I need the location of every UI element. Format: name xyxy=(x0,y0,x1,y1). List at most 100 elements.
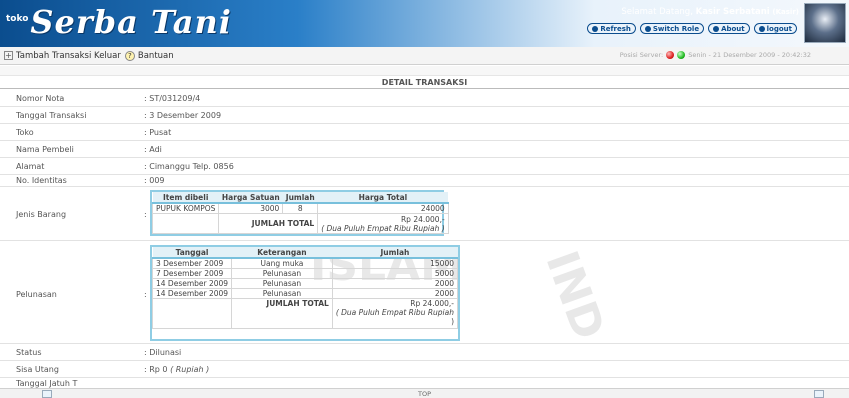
field-label: Nomor Nota xyxy=(16,94,65,103)
app-header: toko Serba Tani Selamat Datang, Kasir Se… xyxy=(0,0,849,47)
field-row-identitas: No. Identitas : 009 xyxy=(0,175,849,187)
table-cell xyxy=(151,298,233,329)
bottom-right-icon[interactable] xyxy=(814,390,824,398)
server-status: Posisi Server: Senin - 21 Desember 2009 … xyxy=(620,51,811,59)
refresh-icon xyxy=(592,25,599,32)
field-row-tanggal-jatuh: Tanggal Jatuh T xyxy=(0,378,849,388)
field-value: : Dilunasi xyxy=(144,348,182,357)
field-row-nomor-nota: Nomor Nota : ST/031209/4 xyxy=(0,90,849,107)
table-row: PUPUK KOMPOS 3000 8 24000 xyxy=(151,202,449,214)
field-label: Sisa Utang xyxy=(16,365,59,374)
total-value-cell: Rp 24.000,- ( Dua Puluh Empat Ribu Rupia… xyxy=(317,213,449,234)
refresh-label: Refresh xyxy=(600,24,631,33)
table-cell: 7 Desember 2009 xyxy=(151,268,233,279)
total-label: JUMLAH TOTAL xyxy=(218,213,319,234)
field-row-pembeli: Nama Pembeli : Adi xyxy=(0,141,849,158)
table-cell: PUPUK KOMPOS xyxy=(151,202,220,214)
switch-role-label: Switch Role xyxy=(652,24,700,33)
field-value: : Rp 0 ( Rupiah ) xyxy=(144,365,209,374)
col-header: Harga Total xyxy=(317,192,449,204)
table-cell: 3 Desember 2009 xyxy=(151,257,233,269)
col-header: Jumlah xyxy=(282,192,318,204)
col-header: Harga Satuan xyxy=(218,192,283,204)
field-value: : xyxy=(144,210,147,219)
table-header-row: Item dibeli Harga Satuan Jumlah Harga To… xyxy=(152,192,449,204)
table-cell: Uang muka xyxy=(231,257,333,269)
col-header: Keterangan xyxy=(231,247,333,259)
field-value: : Adi xyxy=(144,145,162,154)
server-label: Posisi Server: xyxy=(619,51,664,59)
logout-icon xyxy=(758,25,765,32)
logout-button[interactable]: logout xyxy=(753,23,797,34)
field-row-toko: Toko : Pusat xyxy=(0,124,849,141)
field-label: Pelunasan xyxy=(16,290,57,299)
sisa-utang-amount: : Rp 0 xyxy=(144,365,168,374)
total-label: JUMLAH TOTAL xyxy=(231,298,333,329)
scroll-top-link[interactable]: TOP xyxy=(0,390,849,398)
welcome-message: Selamat Datang, Kasir Serbatani (Kasir) xyxy=(621,7,799,17)
field-value: : xyxy=(144,290,147,299)
field-row-tanggal: Tanggal Transaksi : 3 Desember 2009 xyxy=(0,107,849,124)
table-cell: Pelunasan xyxy=(231,278,333,289)
about-label: About xyxy=(721,24,745,33)
logout-label: logout xyxy=(766,24,792,33)
help-label: Bantuan xyxy=(137,50,174,61)
table-cell: 14 Desember 2009 xyxy=(151,288,233,299)
field-row-alamat: Alamat : Cimanggu Telp. 0856 xyxy=(0,158,849,175)
total-value: Rp 24.000,- xyxy=(400,214,445,224)
field-value: : 3 Desember 2009 xyxy=(144,111,222,120)
total-words-end: ) xyxy=(451,317,454,326)
col-header: Tanggal xyxy=(152,247,232,259)
barang-table: Item dibeli Harga Satuan Jumlah Harga To… xyxy=(151,192,449,234)
table-cell xyxy=(151,213,220,234)
table-cell: 2000 xyxy=(331,288,459,299)
field-label: Nama Pembeli xyxy=(16,145,74,154)
table-row: 7 Desember 2009 Pelunasan 5000 xyxy=(151,268,459,279)
field-row-status: Status : Dilunasi xyxy=(0,344,849,361)
field-label: Status xyxy=(16,348,42,357)
field-label: No. Identitas xyxy=(16,176,67,185)
about-icon xyxy=(713,25,720,32)
field-value: : ST/031209/4 xyxy=(144,94,201,103)
content-top-band xyxy=(0,66,849,76)
field-value: : 009 xyxy=(144,176,165,185)
field-row-pelunasan: Pelunasan : Tanggal Keterangan Jumlah 3 … xyxy=(0,241,849,344)
page-title: DETAIL TRANSAKSI xyxy=(0,77,849,89)
add-transaction-label: Tambah Transaksi Keluar xyxy=(16,50,121,61)
table-row: 14 Desember 2009 Pelunasan 2000 xyxy=(151,278,459,289)
total-words: ( Dua Puluh Empat Ribu Rupiah xyxy=(335,308,454,317)
table-cell: Pelunasan xyxy=(231,268,333,279)
col-header: Jumlah xyxy=(332,247,458,259)
sisa-utang-note: ( Rupiah ) xyxy=(170,365,210,374)
switch-role-icon xyxy=(644,25,651,32)
table-cell: Pelunasan xyxy=(231,288,333,299)
table-header-row: Tanggal Keterangan Jumlah xyxy=(152,247,458,259)
table-cell: 3000 xyxy=(218,202,284,214)
switch-role-button[interactable]: Switch Role xyxy=(639,23,705,34)
user-role: (Kasir) xyxy=(772,8,799,16)
field-label: Tanggal Jatuh T xyxy=(16,379,78,388)
refresh-button[interactable]: Refresh xyxy=(587,23,636,34)
server-offline-icon xyxy=(666,51,675,59)
field-label: Toko xyxy=(16,128,34,137)
about-button[interactable]: About xyxy=(708,23,750,34)
field-row-jenis-barang: Jenis Barang : Item dibeli Harga Satuan … xyxy=(0,187,849,241)
field-label: Tanggal Transaksi xyxy=(16,111,87,120)
field-value: : Cimanggu Telp. 0856 xyxy=(144,162,234,171)
table-cell: 24000 xyxy=(317,202,449,214)
total-value: Rp 24.000,- xyxy=(410,299,454,308)
field-value: : Pusat xyxy=(144,128,172,137)
logo-name: Serba Tani xyxy=(30,3,232,41)
menu-bar: + Tambah Transaksi Keluar ? Bantuan Posi… xyxy=(0,47,849,65)
server-online-icon xyxy=(677,51,686,59)
add-transaction-link[interactable]: + Tambah Transaksi Keluar xyxy=(4,51,121,61)
pelunasan-table: Tanggal Keterangan Jumlah 3 Desember 200… xyxy=(151,247,459,329)
help-link[interactable]: ? Bantuan xyxy=(124,50,174,61)
logo-prefix: toko xyxy=(6,14,29,24)
col-header: Item dibeli xyxy=(152,192,219,204)
table-row: 14 Desember 2009 Pelunasan 2000 xyxy=(151,288,459,299)
field-row-sisa-utang: Sisa Utang : Rp 0 ( Rupiah ) xyxy=(0,361,849,378)
table-cell: 15000 xyxy=(331,257,459,269)
bottom-bar: TOP xyxy=(0,388,849,398)
table-total-row: JUMLAH TOTAL Rp 24.000,- ( Dua Puluh Emp… xyxy=(151,298,459,329)
